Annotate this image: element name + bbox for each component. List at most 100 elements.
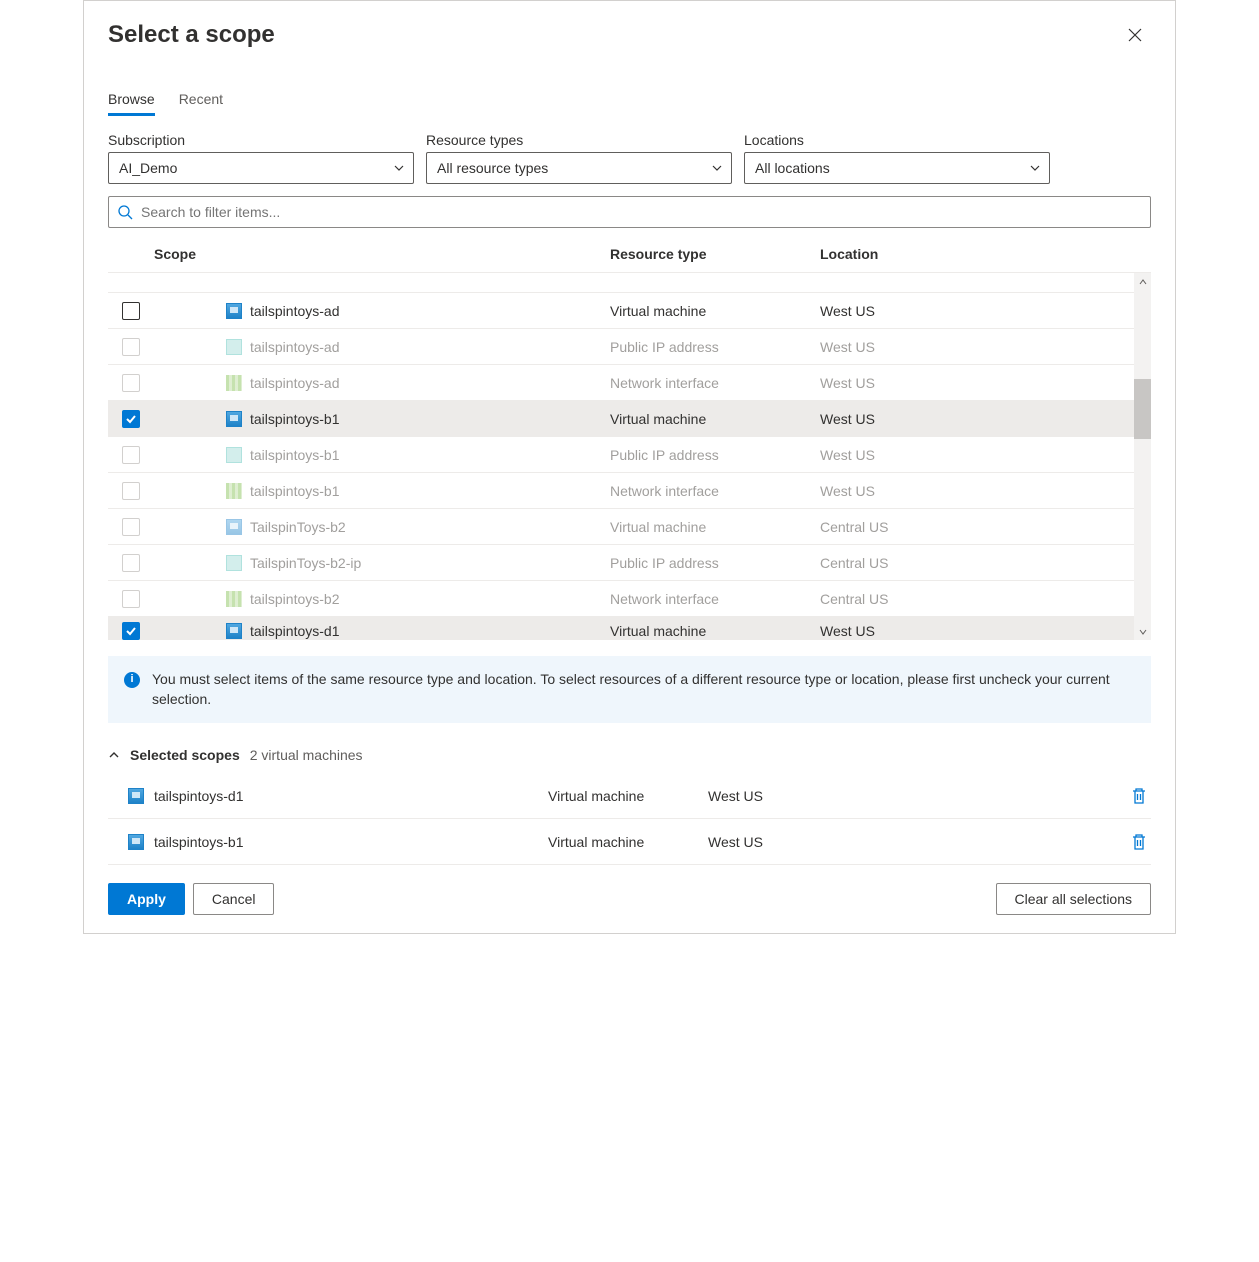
row-checkbox[interactable] [122, 410, 140, 428]
close-button[interactable] [1119, 19, 1151, 51]
resourcetypes-dropdown[interactable]: All resource types [426, 152, 732, 184]
selected-scopes-list: tailspintoys-d1Virtual machineWest UStai… [84, 769, 1175, 865]
locations-value: All locations [755, 160, 830, 176]
resource-name: TailspinToys-b2-ip [250, 555, 361, 571]
trash-icon [1131, 787, 1147, 805]
row-checkbox[interactable] [122, 302, 140, 320]
cancel-button[interactable]: Cancel [193, 883, 275, 915]
selected-item-type: Virtual machine [548, 788, 708, 804]
resource-row[interactable]: tailspintoys-d1 Virtual machineWest US [108, 617, 1151, 640]
resource-row[interactable]: TailspinToysApp Service planWest US [108, 273, 1151, 293]
resource-icon [226, 591, 242, 607]
resourcetypes-label: Resource types [426, 132, 732, 148]
close-icon [1127, 27, 1143, 43]
remove-selected-button[interactable] [1111, 833, 1151, 851]
subscription-dropdown[interactable]: AI_Demo [108, 152, 414, 184]
resource-name: tailspintoys-b2 [250, 591, 340, 607]
resource-icon [226, 555, 242, 571]
resource-name: TailspinToys-b2 [250, 519, 346, 535]
resource-icon [226, 447, 242, 463]
scroll-up-arrow[interactable] [1134, 273, 1151, 290]
resource-row[interactable]: tailspintoys-adNetwork interfaceWest US [108, 365, 1151, 401]
info-text: You must select items of the same resour… [152, 670, 1135, 709]
tab-browse[interactable]: Browse [108, 91, 155, 116]
resource-row[interactable]: TailspinToys-b2-ipPublic IP addressCentr… [108, 545, 1151, 581]
column-type: Resource type [610, 246, 820, 262]
tab-recent[interactable]: Recent [179, 91, 223, 116]
tab-bar: Browse Recent [84, 57, 1175, 116]
row-checkbox[interactable] [122, 446, 140, 464]
selected-scopes-label: Selected scopes [130, 747, 240, 763]
row-checkbox[interactable] [122, 338, 140, 356]
resource-type: Virtual machine [610, 411, 820, 427]
resource-type: Public IP address [610, 555, 820, 571]
resource-icon [226, 411, 242, 427]
row-checkbox[interactable] [122, 590, 140, 608]
row-checkbox[interactable] [122, 374, 140, 392]
resource-type: Virtual machine [610, 519, 820, 535]
resource-type: Virtual machine [610, 303, 820, 319]
resource-location: Central US [820, 519, 1134, 535]
trash-icon [1131, 833, 1147, 851]
column-location: Location [820, 246, 1151, 262]
resource-name: tailspintoys-b1 [250, 483, 340, 499]
info-banner: i You must select items of the same reso… [108, 656, 1151, 723]
info-icon: i [124, 672, 140, 688]
resource-row[interactable]: tailspintoys-b1Network interfaceWest US [108, 473, 1151, 509]
scroll-down-arrow[interactable] [1134, 623, 1151, 640]
remove-selected-button[interactable] [1111, 787, 1151, 805]
search-box[interactable] [108, 196, 1151, 228]
resource-row[interactable]: tailspintoys-b2Network interfaceCentral … [108, 581, 1151, 617]
apply-button[interactable]: Apply [108, 883, 185, 915]
resource-type: Public IP address [610, 447, 820, 463]
selected-scopes-count: 2 virtual machines [250, 747, 363, 763]
resource-row[interactable]: TailspinToys-b2 Virtual machineCentral US [108, 509, 1151, 545]
resource-row[interactable]: tailspintoys-ad Public IP addressWest US [108, 329, 1151, 365]
select-scope-panel: Select a scope Browse Recent Subscriptio… [83, 0, 1176, 934]
resource-row[interactable]: tailspintoys-b1Public IP addressWest US [108, 437, 1151, 473]
resource-type: Virtual machine [610, 623, 820, 639]
resource-location: West US [820, 339, 1134, 355]
scrollbar[interactable] [1134, 273, 1151, 640]
search-icon [117, 204, 133, 220]
selected-item-location: West US [708, 788, 1111, 804]
resourcetypes-value: All resource types [437, 160, 548, 176]
resource-name: tailspintoys-d1 [250, 623, 340, 639]
search-input[interactable] [139, 203, 1142, 221]
subscription-label: Subscription [108, 132, 414, 148]
resource-type: Network interface [610, 375, 820, 391]
row-checkbox[interactable] [122, 554, 140, 572]
row-checkbox[interactable] [122, 482, 140, 500]
scroll-thumb[interactable] [1134, 379, 1151, 439]
selected-item-row: tailspintoys-d1 Virtual machineWest US [108, 773, 1151, 819]
resource-list: TailspinToysApp Service planWest US tails… [108, 272, 1151, 640]
resource-icon [226, 623, 242, 639]
list-header: Scope Resource type Location [108, 236, 1151, 272]
row-checkbox[interactable] [122, 622, 140, 640]
resource-icon [226, 303, 242, 319]
selected-item-type: Virtual machine [548, 834, 708, 850]
clear-selections-button[interactable]: Clear all selections [996, 883, 1152, 915]
selected-scopes-toggle[interactable]: Selected scopes 2 virtual machines [84, 733, 1175, 769]
chevron-down-icon [393, 162, 405, 174]
row-checkbox[interactable] [122, 518, 140, 536]
chevron-up-icon [108, 749, 120, 761]
resource-location: West US [820, 411, 1134, 427]
column-scope: Scope [154, 246, 610, 262]
selected-item-name: tailspintoys-d1 [154, 788, 244, 804]
selected-item-location: West US [708, 834, 1111, 850]
resource-row[interactable]: tailspintoys-adVirtual machineWest US [108, 293, 1151, 329]
resource-name: tailspintoys-ad [250, 303, 340, 319]
resource-name: tailspintoys-ad [250, 339, 340, 355]
resource-row[interactable]: tailspintoys-b1Virtual machineWest US [108, 401, 1151, 437]
resource-type: Network interface [610, 591, 820, 607]
resource-location: West US [820, 447, 1134, 463]
selected-item-name: tailspintoys-b1 [154, 834, 244, 850]
subscription-value: AI_Demo [119, 160, 177, 176]
selected-item-row: tailspintoys-b1 Virtual machineWest US [108, 819, 1151, 865]
resource-location: West US [820, 623, 1134, 639]
resource-name: tailspintoys-ad [250, 375, 340, 391]
resource-type: Public IP address [610, 339, 820, 355]
locations-label: Locations [744, 132, 1050, 148]
locations-dropdown[interactable]: All locations [744, 152, 1050, 184]
